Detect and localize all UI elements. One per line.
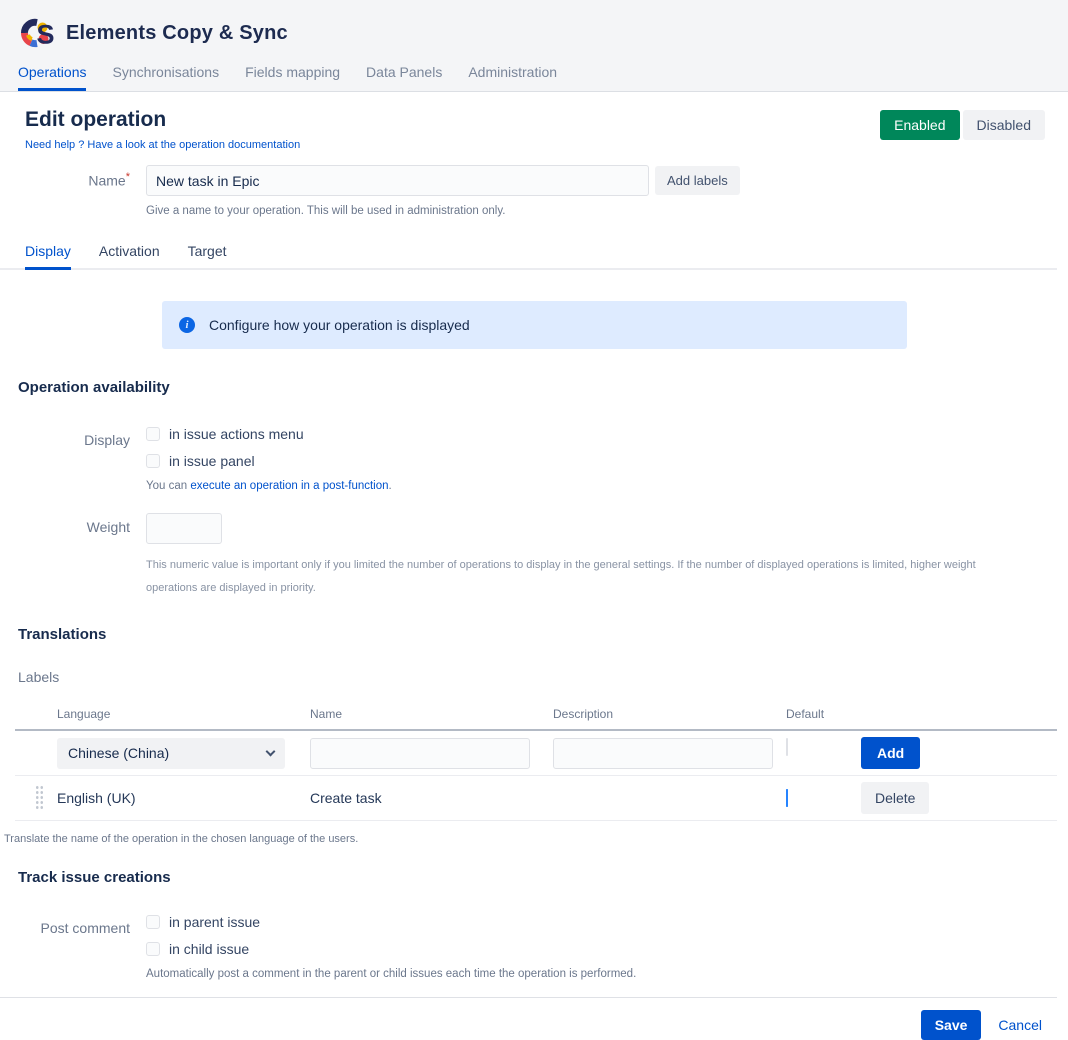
enabled-toggle-group: Enabled Disabled xyxy=(880,110,1045,140)
checkbox-label: in child issue xyxy=(169,941,249,957)
translation-row-english-uk: English (UK) Create task Delete xyxy=(15,776,1057,821)
app-header: S Elements Copy & Sync Operations Synchr… xyxy=(0,0,1068,92)
column-header-name: Name xyxy=(310,707,553,721)
weight-field-label: Weight xyxy=(0,513,146,535)
translation-description-input[interactable] xyxy=(553,738,773,769)
add-labels-button[interactable]: Add labels xyxy=(655,166,740,195)
language-select[interactable]: Chinese (China) xyxy=(57,738,285,769)
cancel-link[interactable]: Cancel xyxy=(998,1017,1042,1033)
default-checkbox-english-uk[interactable] xyxy=(786,789,788,807)
table-header-row: Language Name Description Default xyxy=(15,707,1057,731)
tab-display[interactable]: Display xyxy=(25,243,71,270)
name-helper-text: Give a name to your operation. This will… xyxy=(146,205,740,217)
required-asterisk: * xyxy=(126,171,130,183)
checkbox-label: in issue panel xyxy=(169,453,255,469)
labels-sub-heading: Labels xyxy=(18,669,1057,685)
tab-target[interactable]: Target xyxy=(188,243,227,268)
info-banner: i Configure how your operation is displa… xyxy=(162,301,907,349)
display-helper-text: You can execute an operation in a post-f… xyxy=(146,480,392,492)
name-input[interactable] xyxy=(146,165,649,196)
post-function-link[interactable]: execute an operation in a post-function xyxy=(190,480,388,492)
weight-input[interactable] xyxy=(146,513,222,544)
column-header-description: Description xyxy=(553,707,786,721)
translations-table: Language Name Description Default Chines… xyxy=(15,707,1057,821)
add-translation-row: Chinese (China) Add xyxy=(15,731,1057,776)
save-button[interactable]: Save xyxy=(921,1010,982,1040)
chevron-down-icon xyxy=(266,746,276,756)
section-operation-availability: Operation availability xyxy=(18,379,1057,396)
app-logo-icon: S xyxy=(16,16,54,50)
checkbox-label: in issue actions menu xyxy=(169,426,304,442)
page-title: Edit operation xyxy=(25,108,300,132)
nav-item-fields-mapping[interactable]: Fields mapping xyxy=(245,64,340,91)
section-track-issue-creations: Track issue creations xyxy=(18,869,1057,886)
display-field-label: Display xyxy=(0,426,146,448)
delete-button[interactable]: Delete xyxy=(861,782,929,814)
brand: S Elements Copy & Sync xyxy=(0,14,1068,60)
top-nav: Operations Synchronisations Fields mappi… xyxy=(0,60,1068,91)
footer-actions: Save Cancel xyxy=(0,998,1057,1040)
column-header-language: Language xyxy=(57,707,310,721)
info-icon: i xyxy=(179,317,195,333)
post-comment-field-label: Post comment xyxy=(0,914,146,936)
tab-activation[interactable]: Activation xyxy=(99,243,160,268)
checkbox-in-issue-actions-menu[interactable] xyxy=(146,427,160,441)
track-helper-text: Automatically post a comment in the pare… xyxy=(146,968,636,980)
checkbox-in-parent-issue[interactable] xyxy=(146,915,160,929)
add-button[interactable]: Add xyxy=(861,737,920,769)
operation-tabs: Display Activation Target xyxy=(0,243,1057,270)
drag-handle-icon[interactable] xyxy=(35,785,44,811)
documentation-link[interactable]: Need help ? Have a look at the operation… xyxy=(25,139,300,151)
nav-item-data-panels[interactable]: Data Panels xyxy=(366,64,442,91)
svg-text:S: S xyxy=(37,20,55,50)
nav-item-administration[interactable]: Administration xyxy=(468,64,557,91)
checkbox-in-issue-panel[interactable] xyxy=(146,454,160,468)
default-checkbox-new[interactable] xyxy=(786,738,788,756)
enabled-button[interactable]: Enabled xyxy=(880,110,959,140)
section-translations: Translations xyxy=(18,626,1057,643)
row-language: English (UK) xyxy=(57,790,310,806)
checkbox-in-child-issue[interactable] xyxy=(146,942,160,956)
nav-item-synchronisations[interactable]: Synchronisations xyxy=(112,64,219,91)
weight-helper-text: This numeric value is important only if … xyxy=(146,554,1026,600)
checkbox-label: in parent issue xyxy=(169,914,260,930)
translation-name-input[interactable] xyxy=(310,738,530,769)
translations-helper-text: Translate the name of the operation in t… xyxy=(4,833,1057,845)
nav-item-operations[interactable]: Operations xyxy=(18,64,86,91)
column-header-default: Default xyxy=(786,707,861,721)
row-name: Create task xyxy=(310,790,553,806)
disabled-button[interactable]: Disabled xyxy=(963,110,1045,140)
main-content: Edit operation Need help ? Have a look a… xyxy=(0,108,1068,1040)
info-banner-text: Configure how your operation is displaye… xyxy=(209,317,470,333)
name-field-label: Name* xyxy=(0,165,146,189)
app-title: Elements Copy & Sync xyxy=(66,22,288,45)
